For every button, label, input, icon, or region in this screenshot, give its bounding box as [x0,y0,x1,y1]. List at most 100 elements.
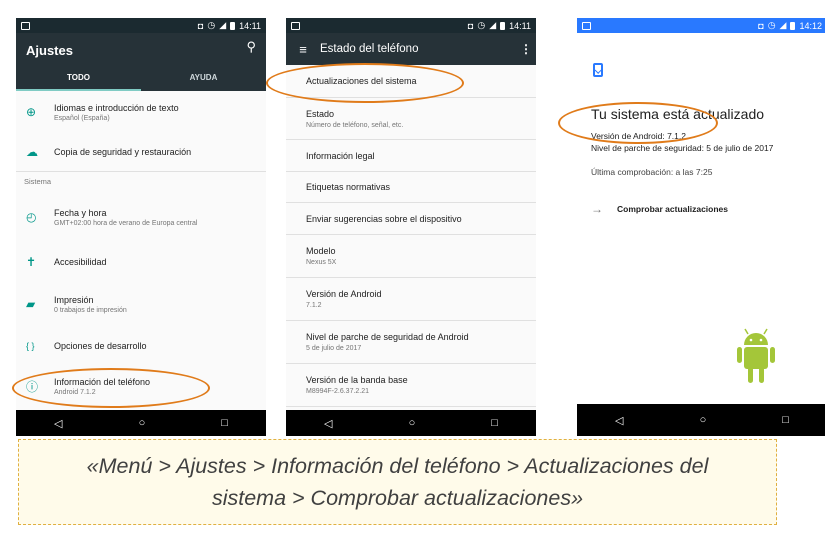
list-item-title: Nivel de parche de seguridad de Android [306,332,469,342]
android-robot-icon [737,328,775,383]
list-item-status[interactable]: Estado Número de teléfono, señal, etc. [286,98,536,140]
caption-line-1: «Menú > Ajustes > Información del teléfo… [86,454,709,478]
settings-item-title: Opciones de desarrollo [54,341,147,351]
settings-item-title: Idiomas e introducción de texto [54,102,179,113]
signal-icon: ◢ [219,20,227,30]
navigation-bar: ◁ ○ □ [286,410,536,436]
back-icon[interactable]: ◁ [615,414,623,427]
cloud-upload-icon: ☁ [26,145,38,159]
last-check-text: Última comprobación: a las 7:25 [591,167,713,177]
notification-icon [291,21,300,30]
print-icon: ▰ [26,297,36,311]
arrow-right-icon: → [591,202,603,216]
list-item-title: Enviar sugerencias sobre el dispositivo [306,213,462,224]
system-update-screen: ◘ ◷ ◢ 14:12 Tu sistema está actualizado … [577,18,825,436]
home-icon[interactable]: ○ [700,414,707,426]
list-item-subtitle: Número de teléfono, señal, etc. [306,121,404,129]
clock-icon: ◴ [26,210,37,224]
battery-icon [230,21,236,30]
app-toolbar: Ajustes ⚲ TODO AYUDA [16,33,266,91]
list-item-model: Modelo Nexus 5X [286,235,536,278]
alarm-icon: ◷ [767,20,776,30]
list-item-subtitle: Nexus 5X [306,259,337,266]
settings-item-subtitle: GMT+02:00 hora de verano de Europa centr… [54,219,198,227]
list-item-security-patch: Nivel de parche de seguridad de Android … [286,321,536,364]
page-title: Ajustes [26,43,73,58]
settings-item-backup[interactable]: ☁ Copia de seguridad y restauración [16,133,266,171]
highlight-version-info [558,102,718,144]
status-time: 14:12 [799,20,822,31]
settings-item-developer-options[interactable]: { } Opciones de desarrollo [16,326,266,366]
tab-ayuda[interactable]: AYUDA [141,67,266,91]
update-content: Tu sistema está actualizado Versión de A… [577,33,825,403]
status-bar: ◘ ◷ ◢ 14:12 [577,18,825,33]
settings-item-languages[interactable]: ⊕ Idiomas e introducción de texto Españo… [16,91,266,133]
navigation-bar: ◁ ○ □ [577,404,825,436]
recents-icon[interactable]: □ [491,417,498,429]
settings-item-printing[interactable]: ▰ Impresión 0 trabajos de impresión [16,282,266,326]
signal-icon: ◢ [489,20,497,30]
list-item-subtitle: 7.1.2 [306,302,322,309]
section-header-sistema: Sistema [16,171,266,192]
notification-icon [582,21,591,30]
accessibility-icon: ✝ [26,255,37,269]
menu-icon[interactable]: ≡ [286,42,320,57]
list-item-android-version[interactable]: Versión de Android 7.1.2 [286,278,536,321]
signal-icon: ◢ [779,20,787,30]
vibrate-icon: ◘ [467,20,474,31]
highlight-phone-info [12,368,210,408]
list-item-title: Información legal [306,150,375,161]
phone-info-list: Actualizaciones del sistema Estado Númer… [286,65,536,407]
list-item-title: Etiquetas normativas [306,182,391,192]
vibrate-icon: ◘ [758,20,764,31]
settings-item-date-time[interactable]: ◴ Fecha y hora GMT+02:00 hora de verano … [16,192,266,242]
settings-list: ⊕ Idiomas e introducción de texto Españo… [16,91,266,406]
settings-item-subtitle: Español (España) [54,114,110,122]
settings-item-accessibility[interactable]: ✝ Accesibilidad [16,242,266,282]
settings-item-title: Copia de seguridad y restauración [54,147,192,157]
vibrate-icon: ◘ [197,20,204,31]
tab-todo[interactable]: TODO [16,67,141,91]
alarm-icon: ◷ [477,20,486,30]
battery-icon [790,21,796,30]
list-item-title: Versión de Android [306,289,382,299]
recents-icon[interactable]: □ [221,417,228,429]
status-bar: ◘ ◷ ◢ 14:11 [16,18,266,33]
settings-item-title: Accesibilidad [54,257,107,267]
globe-icon: ⊕ [26,105,37,119]
list-item-title: Versión de la banda base [306,375,408,385]
status-time: 14:11 [509,20,531,31]
navigation-path-caption: «Menú > Ajustes > Información del teléfo… [18,439,777,525]
home-icon[interactable]: ○ [409,417,416,429]
status-bar: ◘ ◷ ◢ 14:11 [286,18,536,33]
highlight-system-updates [266,63,464,103]
search-icon[interactable]: ⚲ [246,39,256,55]
recents-icon[interactable]: □ [782,414,789,426]
list-item-regulatory[interactable]: Etiquetas normativas [286,172,536,203]
notification-icon [21,21,30,30]
list-item-title: Modelo [306,246,336,256]
page-title: Estado del teléfono [320,43,419,55]
app-toolbar: ≡ Estado del teléfono ⋮ [286,33,536,65]
list-item-title: Estado [306,108,335,119]
settings-item-subtitle: 0 trabajos de impresión [54,306,127,314]
list-item-subtitle: M8994F-2.6.37.2.21 [306,388,370,395]
navigation-bar: ◁ ○ □ [16,410,266,436]
tab-bar: TODO AYUDA [16,67,266,91]
list-item-baseband: Versión de la banda base M8994F-2.6.37.2… [286,364,536,407]
check-updates-button[interactable]: → Comprobar actualizaciones [591,202,728,216]
security-patch-text: Nivel de parche de seguridad: 5 de julio… [591,143,774,153]
battery-icon [500,21,506,30]
back-icon[interactable]: ◁ [324,417,332,430]
more-vert-icon[interactable]: ⋮ [516,42,536,56]
home-icon[interactable]: ○ [139,417,146,429]
back-icon[interactable]: ◁ [54,417,62,430]
list-item-subtitle: 5 de julio de 2017 [306,345,362,352]
system-update-icon [593,63,603,77]
settings-item-title: Impresión [54,294,94,305]
list-item-legal[interactable]: Información legal [286,140,536,172]
status-time: 14:11 [239,20,261,31]
list-item-feedback[interactable]: Enviar sugerencias sobre el dispositivo [286,203,536,235]
caption-line-2: sistema > Comprobar actualizaciones» [211,486,584,510]
code-braces-icon: { } [26,341,35,351]
